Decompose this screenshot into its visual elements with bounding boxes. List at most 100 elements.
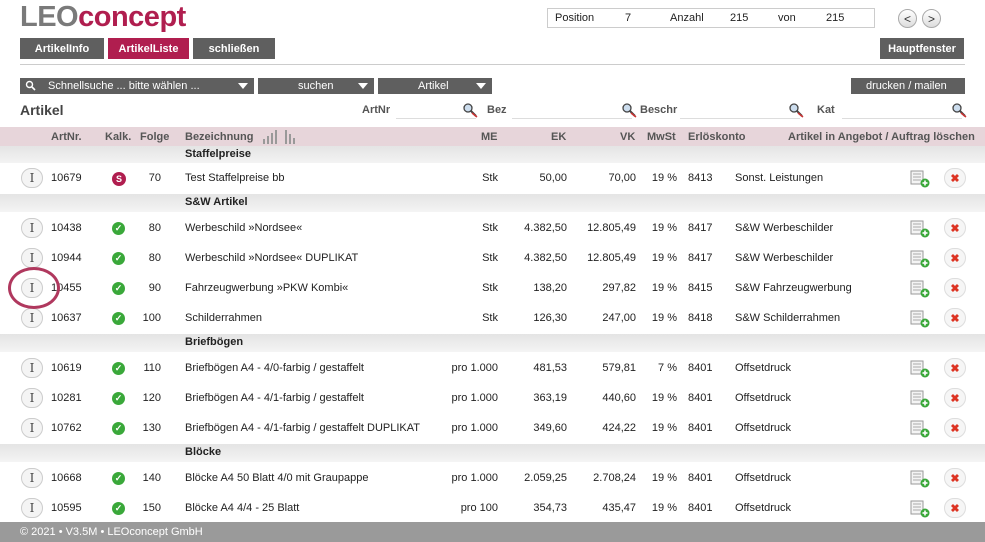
table-row[interactable]: I 10438 ✓ 80 Werbeschild »Nordsee« Stk 4… xyxy=(0,213,985,243)
bez-search-input[interactable] xyxy=(512,101,632,119)
cell-mwst: 19 % xyxy=(651,502,677,514)
delete-button[interactable]: ✖ xyxy=(944,418,966,438)
add-to-order-icon[interactable] xyxy=(910,310,930,328)
table-row[interactable]: I 10944 ✓ 80 Werbeschild »Nordsee« DUPLI… xyxy=(0,243,985,273)
group-label: S&W Artikel xyxy=(185,196,248,208)
table-row[interactable]: I 10762 ✓ 130 Briefbögen A4 - 4/1-farbig… xyxy=(0,413,985,443)
schnellsuche-dropdown[interactable]: Schnellsuche ... bitte wählen ... xyxy=(20,78,254,94)
schliessen-button[interactable]: schließen xyxy=(193,38,275,59)
delete-button[interactable]: ✖ xyxy=(944,388,966,408)
search-clear-icon[interactable] xyxy=(951,102,967,118)
hauptfenster-button[interactable]: Hauptfenster xyxy=(880,38,964,59)
cell-vk: 579,81 xyxy=(602,362,636,374)
info-button[interactable]: I xyxy=(21,498,43,518)
cell-bezeichnung: Blöcke A4 4/4 - 25 Blatt xyxy=(185,502,300,514)
tab-artikelinfo[interactable]: ArtikelInfo xyxy=(20,38,104,59)
table-row[interactable]: I 10281 ✓ 120 Briefbögen A4 - 4/1-farbig… xyxy=(0,383,985,413)
cell-folge: 100 xyxy=(142,312,161,324)
artikel-dropdown[interactable]: Artikel xyxy=(378,78,492,94)
cell-artnr: 10438 xyxy=(51,222,82,234)
info-button[interactable]: I xyxy=(21,358,43,378)
anzahl-value: 215 xyxy=(730,12,749,24)
tab-artikelliste[interactable]: ArtikelListe xyxy=(108,38,189,59)
add-to-order-icon[interactable] xyxy=(910,280,930,298)
add-to-order-icon[interactable] xyxy=(910,500,930,518)
cell-bezeichnung: Fahrzeugwerbung »PKW Kombi« xyxy=(185,282,349,294)
drucken-button[interactable]: drucken / mailen xyxy=(851,78,965,94)
add-to-order-icon[interactable] xyxy=(910,250,930,268)
beschr-search-input[interactable] xyxy=(680,101,800,119)
col-artnr[interactable]: ArtNr. xyxy=(51,131,82,143)
col-erloeskonto[interactable]: Erlöskonto xyxy=(688,131,745,143)
cell-artnr: 10619 xyxy=(51,362,82,374)
info-button[interactable]: I xyxy=(21,168,43,188)
add-to-order-icon[interactable] xyxy=(910,360,930,378)
add-to-order-icon[interactable] xyxy=(910,170,930,188)
search-clear-icon[interactable] xyxy=(788,102,804,118)
cell-ek: 2.059,25 xyxy=(524,472,567,484)
table-row[interactable]: I 10637 ✓ 100 Schilderrahmen Stk 126,30 … xyxy=(0,303,985,333)
chevron-down-icon xyxy=(476,83,486,89)
table-row[interactable]: I 10455 ✓ 90 Fahrzeugwerbung »PKW Kombi«… xyxy=(0,273,985,303)
group-header: S&W Artikel xyxy=(0,194,985,212)
search-clear-icon[interactable] xyxy=(621,102,637,118)
cell-artnr: 10637 xyxy=(51,312,82,324)
delete-button[interactable]: ✖ xyxy=(944,308,966,328)
info-button[interactable]: I xyxy=(21,418,43,438)
check-icon: ✓ xyxy=(112,252,125,265)
cell-konto: 8417 xyxy=(688,222,713,234)
col-bezeichnung[interactable]: Bezeichnung xyxy=(185,131,253,143)
table-row[interactable]: I 10595 ✓ 150 Blöcke A4 4/4 - 25 Blatt p… xyxy=(0,493,985,523)
beschr-search-label: Beschr xyxy=(640,104,678,116)
add-to-order-icon[interactable] xyxy=(910,420,930,438)
info-button[interactable]: I xyxy=(21,468,43,488)
info-button[interactable]: I xyxy=(21,388,43,408)
cell-mwst: 19 % xyxy=(651,312,677,324)
cell-bezeichnung: Test Staffelpreise bb xyxy=(185,172,285,184)
add-to-order-icon[interactable] xyxy=(910,470,930,488)
cell-ek: 349,60 xyxy=(533,422,567,434)
col-mwst[interactable]: MwSt xyxy=(647,131,676,143)
delete-button[interactable]: ✖ xyxy=(944,278,966,298)
col-ek[interactable]: EK xyxy=(551,131,566,143)
cell-konto: 8415 xyxy=(688,282,713,294)
cell-artnr: 10595 xyxy=(51,502,82,514)
info-button[interactable]: I xyxy=(21,248,43,268)
prev-button[interactable]: < xyxy=(898,9,917,28)
delete-button[interactable]: ✖ xyxy=(944,498,966,518)
info-button[interactable]: I xyxy=(21,308,43,328)
check-icon: ✓ xyxy=(112,392,125,405)
cell-konto: 8401 xyxy=(688,392,713,404)
cell-mwst: 19 % xyxy=(651,172,677,184)
col-folge[interactable]: Folge xyxy=(140,131,169,143)
table-row[interactable]: I 10619 ✓ 110 Briefbögen A4 - 4/0-farbig… xyxy=(0,353,985,383)
col-vk[interactable]: VK xyxy=(620,131,635,143)
add-to-order-icon[interactable] xyxy=(910,220,930,238)
cell-ek: 354,73 xyxy=(533,502,567,514)
delete-button[interactable]: ✖ xyxy=(944,168,966,188)
cell-mwst: 19 % xyxy=(651,392,677,404)
cell-bezeichnung: Werbeschild »Nordsee« DUPLIKAT xyxy=(185,252,359,264)
suchen-dropdown[interactable]: suchen xyxy=(258,78,374,94)
search-clear-icon[interactable] xyxy=(462,102,478,118)
delete-button[interactable]: ✖ xyxy=(944,358,966,378)
cell-me: Stk xyxy=(482,222,498,234)
delete-button[interactable]: ✖ xyxy=(944,468,966,488)
schnellsuche-label: Schnellsuche ... bitte wählen ... xyxy=(48,80,200,92)
col-kalk[interactable]: Kalk. xyxy=(105,131,131,143)
add-to-order-icon[interactable] xyxy=(910,390,930,408)
check-icon: ✓ xyxy=(112,502,125,515)
info-button[interactable]: I xyxy=(21,218,43,238)
bez-search-label: Bez xyxy=(487,104,507,116)
col-me[interactable]: ME xyxy=(481,131,498,143)
anzahl-label: Anzahl xyxy=(670,12,704,24)
delete-button[interactable]: ✖ xyxy=(944,248,966,268)
table-row[interactable]: I 10679 S 70 Test Staffelpreise bb Stk 5… xyxy=(0,163,985,193)
delete-button[interactable]: ✖ xyxy=(944,218,966,238)
cell-me: Stk xyxy=(482,172,498,184)
sort-bars-icon[interactable] xyxy=(263,130,301,144)
table-row[interactable]: I 10668 ✓ 140 Blöcke A4 50 Blatt 4/0 mit… xyxy=(0,463,985,493)
next-button[interactable]: > xyxy=(922,9,941,28)
kat-search-input[interactable] xyxy=(842,101,962,119)
footer-text: © 2021 • V3.5M • LEOconcept GmbH xyxy=(20,526,203,538)
